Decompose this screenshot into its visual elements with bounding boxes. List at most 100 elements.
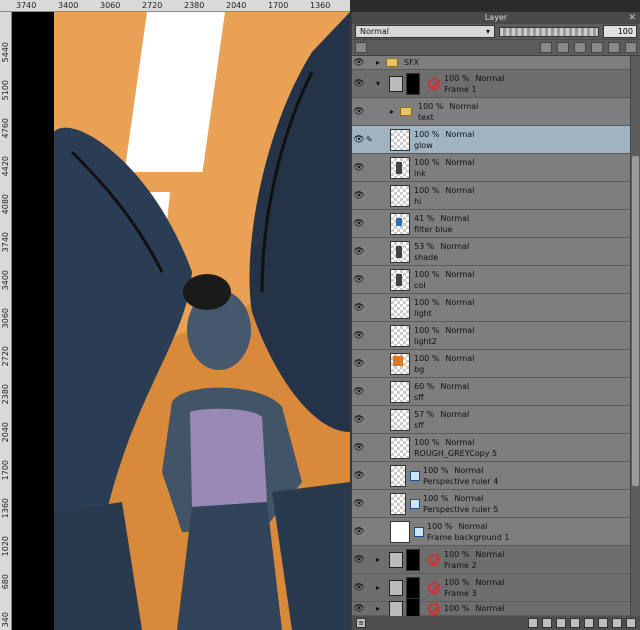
close-icon[interactable]: ✕ bbox=[628, 12, 636, 24]
layer-name: Frame 3 bbox=[444, 588, 477, 598]
visibility-eye-icon[interactable]: 👁 bbox=[352, 191, 366, 201]
visibility-eye-icon[interactable]: 👁 bbox=[352, 387, 366, 397]
blend-mode-select[interactable]: Normal ▾ bbox=[355, 25, 495, 38]
layer-opacity: 41 % bbox=[414, 213, 435, 223]
layer-opacity: 100 % bbox=[444, 577, 470, 587]
layer-row[interactable]: 👁 100 % Normal col bbox=[352, 266, 630, 294]
layer-thumbnail bbox=[390, 380, 410, 403]
mask-disabled-icon[interactable] bbox=[428, 581, 440, 594]
opacity-input[interactable]: 100 bbox=[603, 25, 637, 38]
edit-target-pen-icon[interactable]: ✎ bbox=[366, 135, 376, 144]
visibility-eye-icon[interactable]: 👁 bbox=[352, 443, 366, 453]
layer-opacity: 100 % bbox=[414, 437, 440, 447]
chevron-right-icon[interactable]: ▸ bbox=[390, 107, 400, 116]
opacity-slider[interactable] bbox=[499, 26, 599, 37]
create-mask-icon[interactable] bbox=[598, 618, 608, 628]
visibility-eye-icon[interactable]: 👁 bbox=[352, 107, 366, 117]
visibility-eye-icon[interactable]: 👁 bbox=[352, 499, 366, 509]
layer-row[interactable]: 👁 100 % Normal hi bbox=[352, 182, 630, 210]
mask-disabled-icon[interactable] bbox=[428, 602, 440, 615]
layer-row[interactable]: 👁 100 % Normal Perspective ruler 5 bbox=[352, 490, 630, 518]
ruler-tick-label: 1700 bbox=[1, 460, 10, 481]
palette-color-icon[interactable] bbox=[355, 42, 367, 53]
visibility-eye-icon[interactable]: 👁 bbox=[352, 79, 366, 89]
layer-row[interactable]: 👁 ▸ 100 % Normal text bbox=[352, 98, 630, 126]
visibility-eye-icon[interactable]: 👁 bbox=[352, 303, 366, 313]
layer-row[interactable]: 👁 ▾ 100 % Normal Frame 1 bbox=[352, 70, 630, 98]
layer-row[interactable]: 👁 ▸ 100 % Normal bbox=[352, 597, 630, 616]
visibility-eye-icon[interactable]: 👁 bbox=[352, 604, 366, 614]
layer-row[interactable]: 👁 100 % Normal Perspective ruler 4 bbox=[352, 462, 630, 490]
panel-title-bar[interactable]: Layer ✕ bbox=[352, 12, 640, 24]
layer-row[interactable]: 👁 ✎ 100 % Normal glow bbox=[352, 126, 630, 154]
chevron-right-icon[interactable]: ▸ bbox=[376, 555, 386, 564]
mask-enable-icon[interactable] bbox=[608, 42, 620, 53]
chevron-down-icon[interactable]: ▾ bbox=[376, 79, 386, 88]
layer-row[interactable]: 👁 41 % Normal filter blue bbox=[352, 210, 630, 238]
layer-opacity: 100 % bbox=[444, 549, 470, 559]
layer-row[interactable]: 👁 100 % Normal ROUGH_GREYCopy 5 bbox=[352, 434, 630, 462]
new-folder-icon[interactable] bbox=[556, 618, 566, 628]
mask-disabled-icon[interactable] bbox=[428, 553, 440, 566]
visibility-eye-icon[interactable]: 👁 bbox=[352, 135, 366, 145]
layer-info: 100 % Normal Frame 1 bbox=[444, 73, 504, 95]
layer-row[interactable]: 👁 ▸ 100 % Normal Frame 2 bbox=[352, 546, 630, 574]
layer-row[interactable]: 👁 53 % Normal shade bbox=[352, 238, 630, 266]
layer-row[interactable]: 👁 60 % Normal sff bbox=[352, 378, 630, 406]
layer-info: 100 % Normal glow bbox=[414, 129, 474, 151]
visibility-eye-icon[interactable]: 👁 bbox=[352, 583, 366, 593]
visibility-eye-icon[interactable]: 👁 bbox=[352, 247, 366, 257]
frame-folder-icon bbox=[389, 600, 403, 616]
layer-blend-mode: Normal bbox=[440, 409, 470, 419]
ruler-tick-label: 3400 bbox=[1, 270, 10, 291]
new-raster-layer-icon[interactable] bbox=[528, 618, 538, 628]
lock-layer-icon[interactable] bbox=[591, 42, 603, 53]
delete-layer-icon[interactable] bbox=[626, 618, 636, 628]
layer-name: Frame background 1 bbox=[427, 532, 510, 542]
transfer-down-icon[interactable] bbox=[570, 618, 580, 628]
canvas-area[interactable]: 3740 3400 3060 2720 2380 2040 1700 1360 5440 510… bbox=[0, 0, 350, 630]
new-vector-layer-icon[interactable] bbox=[542, 618, 552, 628]
layer-row[interactable]: 👁 100 % Normal ink bbox=[352, 154, 630, 182]
layer-row[interactable]: 👁 ▸ SFX bbox=[352, 56, 630, 70]
layer-opacity-mode: 100 % Normal bbox=[444, 73, 504, 84]
visibility-eye-icon[interactable]: 👁 bbox=[352, 58, 366, 68]
chevron-right-icon[interactable]: ▸ bbox=[376, 583, 386, 592]
apply-mask-icon[interactable] bbox=[612, 618, 622, 628]
merge-down-icon[interactable] bbox=[584, 618, 594, 628]
reference-layer-icon[interactable] bbox=[557, 42, 569, 53]
visibility-eye-icon[interactable]: 👁 bbox=[352, 555, 366, 565]
layer-opacity-mode: 100 % Normal bbox=[423, 465, 498, 476]
clip-layer-icon[interactable] bbox=[540, 42, 552, 53]
layer-row[interactable]: 👁 100 % Normal light bbox=[352, 294, 630, 322]
panel-menu-icon[interactable]: ≡ bbox=[356, 618, 366, 628]
ruler-tick-label: 3400 bbox=[58, 1, 79, 10]
layer-row[interactable]: 👁 57 % Normal sff bbox=[352, 406, 630, 434]
visibility-eye-icon[interactable]: 👁 bbox=[352, 471, 366, 481]
layer-row[interactable]: 👁 100 % Normal light2 bbox=[352, 322, 630, 350]
layer-list-scrollbar[interactable] bbox=[630, 56, 640, 616]
ruler-tick-label: 1020 bbox=[1, 536, 10, 557]
visibility-eye-icon[interactable]: 👁 bbox=[352, 163, 366, 173]
visibility-eye-icon[interactable]: 👁 bbox=[352, 415, 366, 425]
visibility-eye-icon[interactable]: 👁 bbox=[352, 331, 366, 341]
visibility-eye-icon[interactable]: 👁 bbox=[352, 275, 366, 285]
visibility-eye-icon[interactable]: 👁 bbox=[352, 527, 366, 537]
visibility-eye-icon[interactable]: 👁 bbox=[352, 359, 366, 369]
chevron-right-icon[interactable]: ▸ bbox=[376, 58, 386, 67]
artwork-canvas[interactable] bbox=[12, 12, 350, 630]
ruler-toggle-icon[interactable] bbox=[625, 42, 637, 53]
layer-row[interactable]: 👁 100 % Normal bg bbox=[352, 350, 630, 378]
layer-opacity-mode: 100 % Normal bbox=[414, 157, 474, 168]
layer-row[interactable]: 👁 ▸ 100 % Normal Frame 3 bbox=[352, 574, 630, 602]
layer-row[interactable]: 👁 100 % Normal Frame background 1 bbox=[352, 518, 630, 546]
chevron-right-icon[interactable]: ▸ bbox=[376, 604, 386, 613]
layer-info: 100 % Normal light bbox=[414, 297, 474, 319]
mask-disabled-icon[interactable] bbox=[428, 77, 440, 90]
layer-info: 53 % Normal shade bbox=[414, 241, 469, 263]
layer-opacity: 100 % bbox=[414, 297, 440, 307]
lock-transparency-icon[interactable] bbox=[574, 42, 586, 53]
scrollbar-thumb[interactable] bbox=[632, 156, 639, 486]
layer-opacity-mode: 100 % Normal bbox=[414, 437, 497, 448]
visibility-eye-icon[interactable]: 👁 bbox=[352, 219, 366, 229]
